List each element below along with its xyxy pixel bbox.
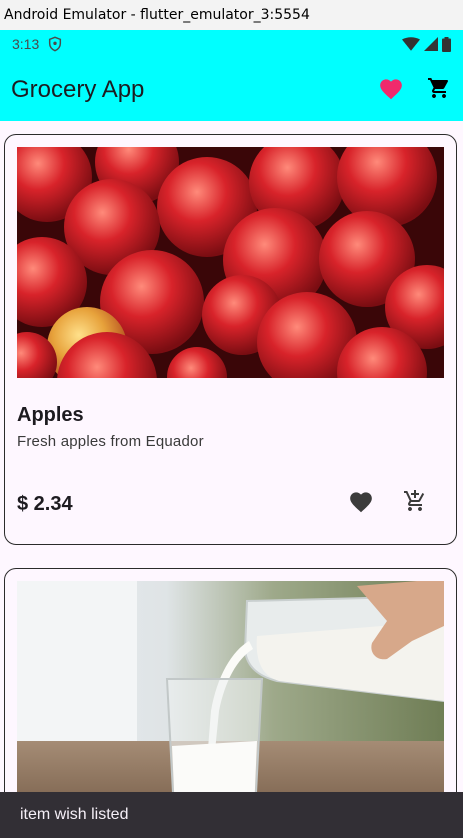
- wifi-icon: [402, 37, 420, 51]
- cart-button[interactable]: [415, 66, 463, 114]
- product-price: $ 2.34: [17, 493, 73, 515]
- add-to-cart-button[interactable]: [391, 479, 439, 527]
- cart-icon: [427, 76, 451, 104]
- add-to-cart-icon: [403, 489, 427, 517]
- shield-icon: [47, 36, 63, 52]
- product-name: Apples: [17, 404, 84, 426]
- apples-photo: [17, 147, 444, 378]
- add-to-wishlist-button[interactable]: [337, 479, 385, 527]
- product-list[interactable]: Apples Fresh apples from Equador $ 2.34: [0, 121, 463, 838]
- milk-pour-photo: [17, 581, 444, 812]
- battery-icon: [442, 36, 451, 52]
- heart-icon: [348, 489, 374, 517]
- app-title: Grocery App: [11, 75, 145, 103]
- signal-icon: [424, 37, 438, 51]
- product-description: Fresh apples from Equador: [17, 433, 204, 450]
- app-bar: Grocery App: [0, 58, 463, 121]
- snackbar-message: item wish listed: [20, 806, 129, 823]
- status-time: 3:13: [12, 36, 40, 52]
- product-card[interactable]: Apples Fresh apples from Equador $ 2.34: [4, 134, 457, 545]
- wishlist-button[interactable]: [367, 66, 415, 114]
- snackbar: item wish listed: [0, 792, 463, 838]
- window-title: Android Emulator - flutter_emulator_3:55…: [0, 0, 463, 30]
- heart-icon: [378, 76, 404, 104]
- status-bar: 3:13: [0, 30, 463, 58]
